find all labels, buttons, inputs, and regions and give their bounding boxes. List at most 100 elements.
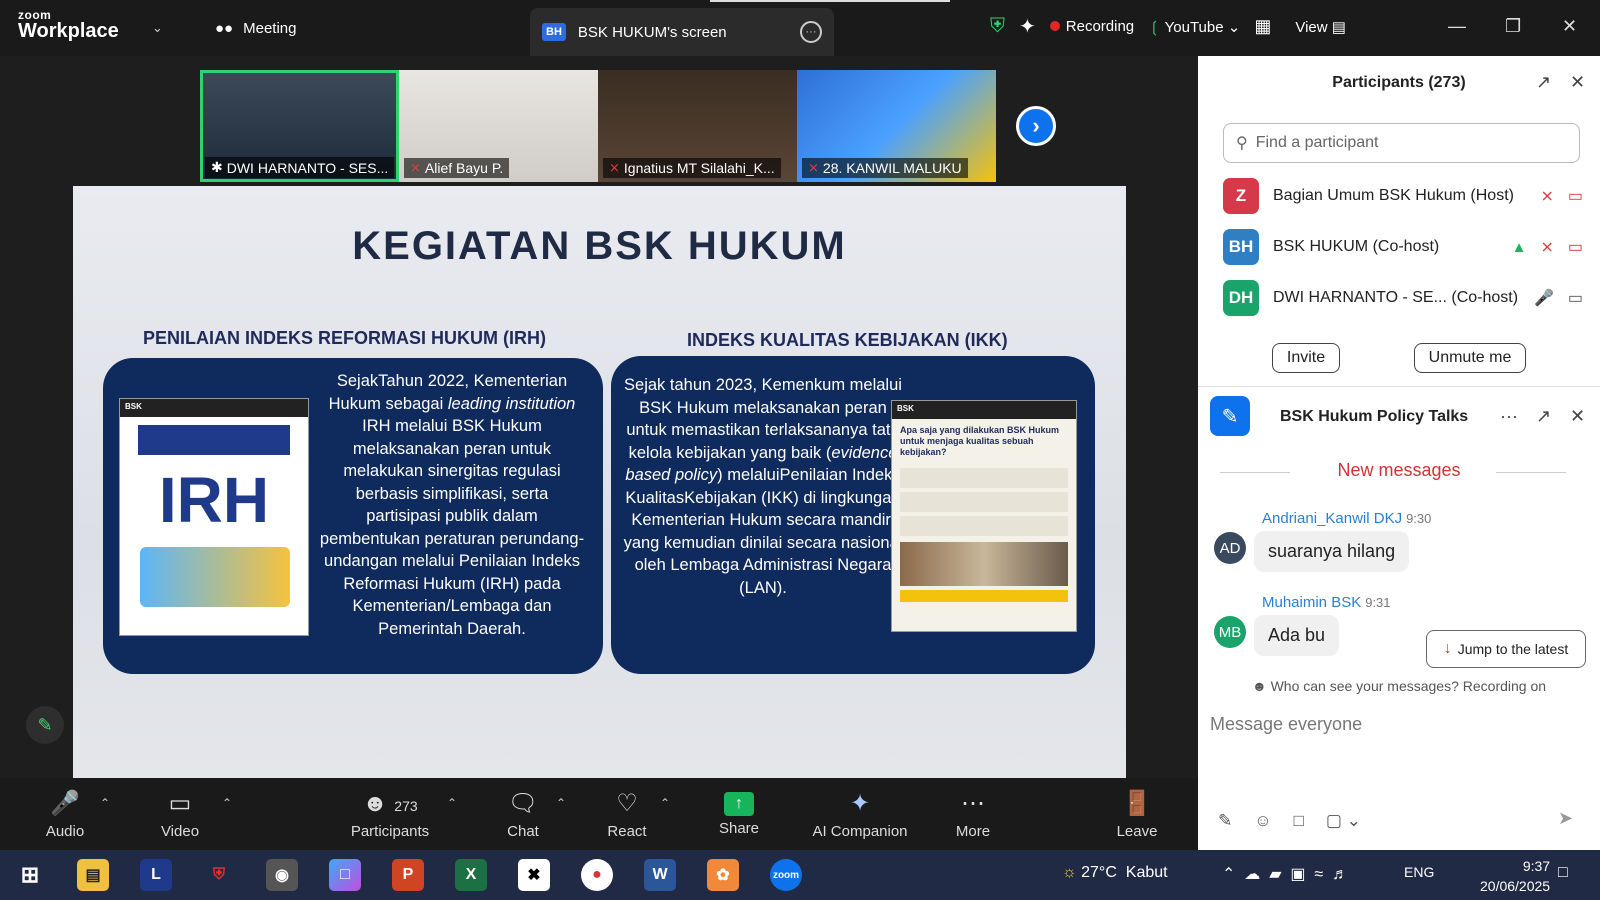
paint-app-icon[interactable]: ✿ xyxy=(707,859,739,891)
shield-icon[interactable]: ⛨ xyxy=(990,15,1005,38)
poster-logo: BSK xyxy=(120,399,308,417)
next-page-button[interactable]: › xyxy=(1016,106,1056,146)
file-explorer-icon[interactable]: ▤ xyxy=(77,859,109,891)
participants-options-caret[interactable]: ⌃ xyxy=(447,796,457,810)
message-sender: Muhaimin BSK 9:31 xyxy=(1262,594,1391,611)
meeting-stage: ✱ DWI HARNANTO - SES... ⨯ Alief Bayu P. ⨯ I… xyxy=(0,56,1198,778)
jump-to-latest-button[interactable]: ↓ Jump to the latest xyxy=(1426,630,1586,668)
search-icon: ⚲ xyxy=(1236,135,1248,152)
app-l-icon[interactable]: L xyxy=(140,859,172,891)
youtube-label: YouTube xyxy=(1164,18,1224,36)
recording-indicator[interactable]: Recording xyxy=(1049,18,1134,35)
emoji-icon[interactable]: ☺ xyxy=(1254,811,1271,831)
antivirus-shield-icon[interactable]: ⛨ xyxy=(203,859,235,891)
video-button[interactable]: ▭ Video xyxy=(155,778,205,850)
meeting-label: Meeting xyxy=(243,20,297,37)
recording-dot-icon xyxy=(1049,21,1060,31)
shared-screen-tab[interactable]: BH BSK HUKUM's screen ··· xyxy=(530,8,834,56)
sparkle-icon[interactable]: ✦ xyxy=(1019,14,1036,39)
m365-icon[interactable]: □ xyxy=(329,859,361,891)
meeting-toolbar: 🎤 Audio ⌃ ▭ Video ⌃ ☻ 273 Participants ⌃ 🗨 C… xyxy=(0,778,1198,850)
pin-icon: ✱ xyxy=(211,159,223,175)
send-icon[interactable]: ➤ xyxy=(1558,808,1573,829)
screenshot-icon[interactable]: ▢ ⌄ xyxy=(1326,811,1361,831)
participant-row[interactable]: BH BSK HUKUM (Co-host) ▲ ⨯ ▭ xyxy=(1223,227,1583,267)
word-icon[interactable]: W xyxy=(644,859,676,891)
excel-icon[interactable]: X xyxy=(455,859,487,891)
notification-icon[interactable]: □ xyxy=(1558,864,1568,882)
video-options-caret[interactable]: ⌃ xyxy=(222,796,232,810)
participant-row[interactable]: DH DWI HARNANTO - SE... (Co-host) 🎤 ▭ xyxy=(1223,278,1583,318)
participants-button[interactable]: ☻ 273 Participants xyxy=(340,778,440,850)
chevron-down-icon[interactable]: ⌄ xyxy=(152,20,163,36)
participant-row[interactable]: Z Bagian Umum BSK Hukum (Host) ⨯ ▭ xyxy=(1223,176,1583,216)
weather-widget[interactable]: ☼ 27°C Kabut xyxy=(1062,864,1168,882)
more-options-icon[interactable]: ··· xyxy=(800,21,822,43)
chat-compose-icon: ✎ xyxy=(1210,396,1250,436)
react-button[interactable]: ♡ React xyxy=(602,778,652,850)
ai-companion-button[interactable]: ✦ AI Companion xyxy=(805,778,915,850)
participants-title: Participants (273) xyxy=(1332,74,1466,91)
chat-button[interactable]: 🗨 Chat xyxy=(498,778,548,850)
minimize-icon[interactable]: — xyxy=(1448,16,1466,37)
windows-start-icon[interactable]: ⊞ xyxy=(14,859,46,891)
chat-icon: 🗨 xyxy=(507,789,539,817)
video-icon: ▭ xyxy=(1567,290,1583,307)
zoom-app-icon[interactable]: zoom xyxy=(770,859,802,891)
audio-button[interactable]: 🎤 Audio xyxy=(40,778,90,850)
invite-button[interactable]: Invite xyxy=(1272,343,1340,373)
chat-visibility-notice[interactable]: ☻ Who can see your messages? Recording o… xyxy=(1198,678,1600,694)
chat-options-caret[interactable]: ⌃ xyxy=(556,796,566,810)
audio-options-caret[interactable]: ⌃ xyxy=(100,796,110,810)
unmute-me-button[interactable]: Unmute me xyxy=(1414,343,1526,373)
video-thumbnail[interactable]: ⨯ Alief Bayu P. xyxy=(399,70,598,182)
share-progress-bar xyxy=(710,0,950,2)
more-button[interactable]: ⋯ More xyxy=(948,778,998,850)
powerpoint-icon[interactable]: P xyxy=(392,859,424,891)
new-messages-label: New messages xyxy=(1337,460,1461,480)
slide-left-heading: PENILAIAN INDEKS REFORMASI HUKUM (IRH) xyxy=(143,328,546,348)
system-clock[interactable]: 9:37 20/06/2025 xyxy=(1480,856,1550,896)
video-thumbnail[interactable]: ⨯ Ignatius MT Silalahi_K... xyxy=(598,70,797,182)
system-tray-icons[interactable]: ⌃ ☁ ▰ ▣ ≈ ♬ xyxy=(1222,864,1348,884)
video-thumbnail[interactable]: ✱ DWI HARNANTO - SES... xyxy=(200,70,399,182)
share-button[interactable]: ↑ Share xyxy=(714,778,764,850)
irh-card: BSK IRH SejakTahun 2022, Kementerian Huk… xyxy=(103,358,603,674)
camera-app-icon[interactable]: ◉ xyxy=(266,859,298,891)
restore-icon[interactable]: ❐ xyxy=(1505,16,1521,37)
screen-tab-label: BSK HUKUM's screen xyxy=(577,23,727,41)
chrome-icon[interactable]: ● xyxy=(581,859,613,891)
app-logo: zoom Workplace xyxy=(18,9,119,41)
video-thumbnail[interactable]: ⨯ 28. KANWIL MALUKU xyxy=(797,70,996,182)
language-indicator[interactable]: ENG xyxy=(1404,864,1434,880)
slide-right-heading: INDEKS KUALITAS KEBIJAKAN (IKK) xyxy=(687,330,1008,350)
close-icon[interactable]: ✕ xyxy=(1570,406,1585,427)
participant-name: Bagian Umum BSK Hukum (Host) xyxy=(1273,187,1514,204)
leave-door-icon: 🚪 xyxy=(1122,789,1152,817)
message-input[interactable]: Message everyone xyxy=(1210,714,1362,735)
youtube-stream-button[interactable]: ❲ YouTube ⌄ xyxy=(1148,18,1240,36)
popout-icon[interactable]: ↗ xyxy=(1536,406,1551,427)
thumbnail-name: ⨯ 28. KANWIL MALUKU xyxy=(802,158,968,178)
leave-button[interactable]: 🚪 Leave xyxy=(1112,778,1162,850)
ikk-poster: BSK Apa saja yang dilakukan BSK Hukum un… xyxy=(891,400,1077,632)
popout-icon[interactable]: ↗ xyxy=(1536,72,1551,93)
title-bar: zoom Workplace ⌄ ●● Meeting BH BSK HUKUM… xyxy=(0,0,1600,56)
more-icon[interactable]: ··· xyxy=(1500,406,1518,427)
participant-search[interactable]: ⚲ Find a participant xyxy=(1223,123,1580,163)
logo-workplace-text: Workplace xyxy=(18,20,119,42)
participant-name: BSK HUKUM (Co-host) xyxy=(1273,238,1440,255)
view-button[interactable]: View ▤ xyxy=(1295,18,1346,36)
close-icon[interactable]: ✕ xyxy=(1562,16,1577,37)
mic-off-icon: ⨯ xyxy=(808,160,819,175)
capcut-icon[interactable]: ✖ xyxy=(518,859,550,891)
format-icon[interactable]: ✎ xyxy=(1218,811,1232,831)
grid-icon[interactable]: ▦ xyxy=(1254,16,1271,37)
file-icon[interactable]: □ xyxy=(1294,811,1304,831)
react-options-caret[interactable]: ⌃ xyxy=(660,796,670,810)
annotate-pencil-icon[interactable]: ✎ xyxy=(26,706,64,744)
video-off-icon: ▭ xyxy=(1567,239,1583,256)
signal-icon: ❲ xyxy=(1148,18,1161,36)
close-icon[interactable]: ✕ xyxy=(1570,72,1585,93)
meeting-tab[interactable]: ●● Meeting xyxy=(215,20,297,37)
